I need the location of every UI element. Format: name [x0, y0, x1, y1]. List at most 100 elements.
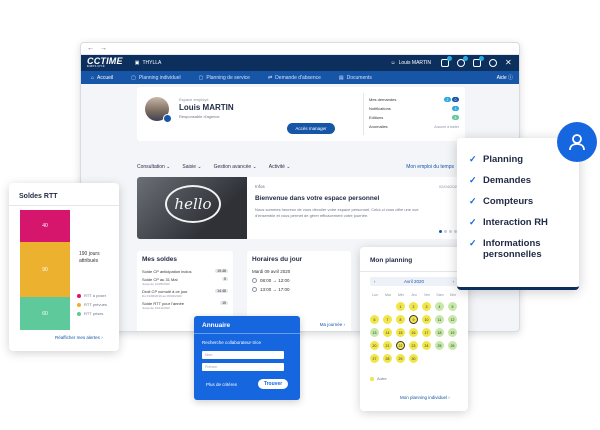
- calendar-day[interactable]: 4: [435, 302, 444, 311]
- subnav-saisie[interactable]: Saisie ⌄: [182, 164, 201, 170]
- directory-search-label: Recherche collaborateur·trice: [202, 340, 262, 345]
- arrows-icon: ⇄: [267, 74, 273, 81]
- document-icon: ▤: [338, 74, 344, 81]
- document-icon[interactable]: [473, 56, 484, 67]
- calendar-day[interactable]: 15: [396, 328, 405, 337]
- find-button[interactable]: Trouver: [258, 379, 288, 389]
- subnav-gestion[interactable]: Gestion avancée ⌄: [214, 164, 257, 170]
- help-link[interactable]: Aide ⓘ: [497, 74, 513, 81]
- calendar-day[interactable]: 23: [409, 341, 418, 350]
- calendar-day[interactable]: 29: [396, 354, 405, 363]
- close-icon[interactable]: ✕: [505, 59, 513, 67]
- company-selector[interactable]: ▣ THYLLA: [135, 60, 162, 66]
- carousel-dots[interactable]: [439, 230, 457, 233]
- app-logo: CCTIME EMPLOYÉ: [87, 56, 123, 68]
- calendar-day[interactable]: 17: [422, 328, 431, 337]
- calendar-day[interactable]: 14: [383, 328, 392, 337]
- schedule-title: Horaires du jour: [252, 256, 303, 263]
- calendar-day[interactable]: 21: [383, 341, 392, 350]
- back-arrow-icon[interactable]: ←: [87, 45, 94, 52]
- calendar-day[interactable]: 19: [448, 328, 457, 337]
- calendar-day[interactable]: 5: [448, 302, 457, 311]
- clock-icon: [252, 287, 257, 292]
- stats-list: Mes demandes 20 Notifications 3 Editions…: [369, 95, 459, 131]
- profile-card: Espace employé Louis MARTIN Responsable …: [137, 87, 465, 141]
- feature-item: ✓ Informations personnelles: [469, 238, 542, 260]
- month-selector: ‹ Avril 2020 ›: [370, 277, 458, 286]
- home-icon: ⌂: [91, 74, 95, 81]
- calendar-day[interactable]: 9: [409, 315, 418, 324]
- time-slot: 08:00 → 12:00: [252, 278, 346, 283]
- first-name-input[interactable]: Prénom: [202, 363, 284, 371]
- calendar-day[interactable]: 28: [383, 354, 392, 363]
- calendar-day[interactable]: 10: [422, 315, 431, 324]
- calendar-day[interactable]: 24: [422, 341, 431, 350]
- user-role: Responsable d'agence: [179, 114, 220, 119]
- forward-arrow-icon[interactable]: →: [100, 45, 107, 52]
- calendar-icon: ▢: [198, 74, 204, 81]
- mail-icon[interactable]: [441, 56, 452, 67]
- calendar-day[interactable]: 18: [435, 328, 444, 337]
- user-name: Louis MARTIN: [179, 103, 234, 112]
- calendar-day[interactable]: 2: [409, 302, 418, 311]
- last-name-input[interactable]: Nom: [202, 351, 284, 359]
- more-criteria-link[interactable]: Plus de critères: [206, 382, 237, 387]
- rtt-bar-prevues: 90: [20, 242, 70, 297]
- stat-demandes[interactable]: Mes demandes 20: [369, 95, 459, 104]
- top-bar: CCTIME EMPLOYÉ ▣ THYLLA ☺ Louis MARTIN ✕: [81, 55, 519, 71]
- balance-row: Solde RTT pour l'année Jusqu'au 31/12/202…: [142, 301, 228, 310]
- calendar-day[interactable]: 13: [370, 328, 379, 337]
- menu-item-demande-absence[interactable]: ⇄ Demande d'absence: [264, 75, 335, 81]
- info-icon[interactable]: [489, 59, 497, 67]
- calendar-day[interactable]: 12: [448, 315, 457, 324]
- check-icon: ✓: [469, 238, 477, 248]
- calendar-day[interactable]: 27: [370, 354, 379, 363]
- calendar-day[interactable]: 7: [383, 315, 392, 324]
- check-icon: ✓: [469, 217, 477, 227]
- individual-planning-link[interactable]: Mon planning individuel ›: [400, 395, 450, 400]
- building-icon: ▣: [134, 60, 140, 66]
- weekday-label: Mar: [384, 293, 392, 297]
- calendar-day[interactable]: 22: [396, 341, 405, 350]
- stat-editions[interactable]: Editions 8: [369, 113, 459, 122]
- next-month-icon[interactable]: ›: [453, 279, 455, 284]
- calendar-day[interactable]: 6: [370, 315, 379, 324]
- weekday-label: Mer: [397, 293, 405, 297]
- features-list: ✓ Planning ✓ Demandes ✓ Compteurs ✓ Interact…: [469, 154, 553, 270]
- weekday-label: Ven: [423, 293, 431, 297]
- user-icon: ☺: [390, 60, 396, 66]
- planning-card: Mon planning ‹ Avril 2020 › Lun Mar Mer …: [360, 247, 468, 411]
- calendar-day[interactable]: 16: [409, 328, 418, 337]
- calendar-day[interactable]: 8: [396, 315, 405, 324]
- subnav-consultation[interactable]: Consultation ⌄: [137, 164, 170, 170]
- show-alerts-link[interactable]: Réafficher mes alertes ›: [55, 335, 103, 340]
- menu-item-accueil[interactable]: ⌂ Accueil: [87, 75, 127, 81]
- bell-icon[interactable]: [457, 56, 468, 67]
- calendar-day[interactable]: 3: [422, 302, 431, 311]
- subnav-activite[interactable]: Activité ⌄: [269, 164, 291, 170]
- divider: [363, 93, 364, 135]
- calendar-day[interactable]: 25: [435, 341, 444, 350]
- menu-item-documents[interactable]: ▤ Documents: [335, 75, 386, 81]
- menu-item-planning-service[interactable]: ▢ Planning de service: [195, 75, 264, 81]
- calendar-day[interactable]: 26: [448, 341, 457, 350]
- features-card: ✓ Planning ✓ Demandes ✓ Compteurs ✓ Interact…: [457, 122, 597, 290]
- legend-item: RTT prévues: [77, 302, 107, 307]
- menu-item-planning-individuel[interactable]: ▢ Planning individuel: [127, 75, 194, 81]
- calendar-day[interactable]: 1: [396, 302, 405, 311]
- calendar-day[interactable]: 20: [370, 341, 379, 350]
- prev-month-icon[interactable]: ‹: [374, 279, 376, 284]
- feature-item: ✓ Interaction RH: [469, 217, 548, 228]
- stat-notifications[interactable]: Notifications 3: [369, 104, 459, 113]
- directory-card: Annuaire Recherche collaborateur·trice N…: [194, 316, 300, 400]
- user-menu[interactable]: ☺ Louis MARTIN: [390, 60, 431, 66]
- weekday-label: Dim: [449, 293, 457, 297]
- info-date: 02/04/2020: [438, 184, 459, 189]
- rtt-bar-a-poser: 40: [20, 210, 70, 242]
- stat-anomalies[interactable]: Anomalies Aucune à traiter: [369, 122, 459, 131]
- calendar-day[interactable]: 30: [409, 354, 418, 363]
- manager-access-button[interactable]: Accès manager: [287, 123, 335, 134]
- calendar-day[interactable]: 11: [435, 315, 444, 324]
- user-icon: [557, 122, 597, 162]
- my-day-link[interactable]: Ma journée ›: [320, 322, 345, 327]
